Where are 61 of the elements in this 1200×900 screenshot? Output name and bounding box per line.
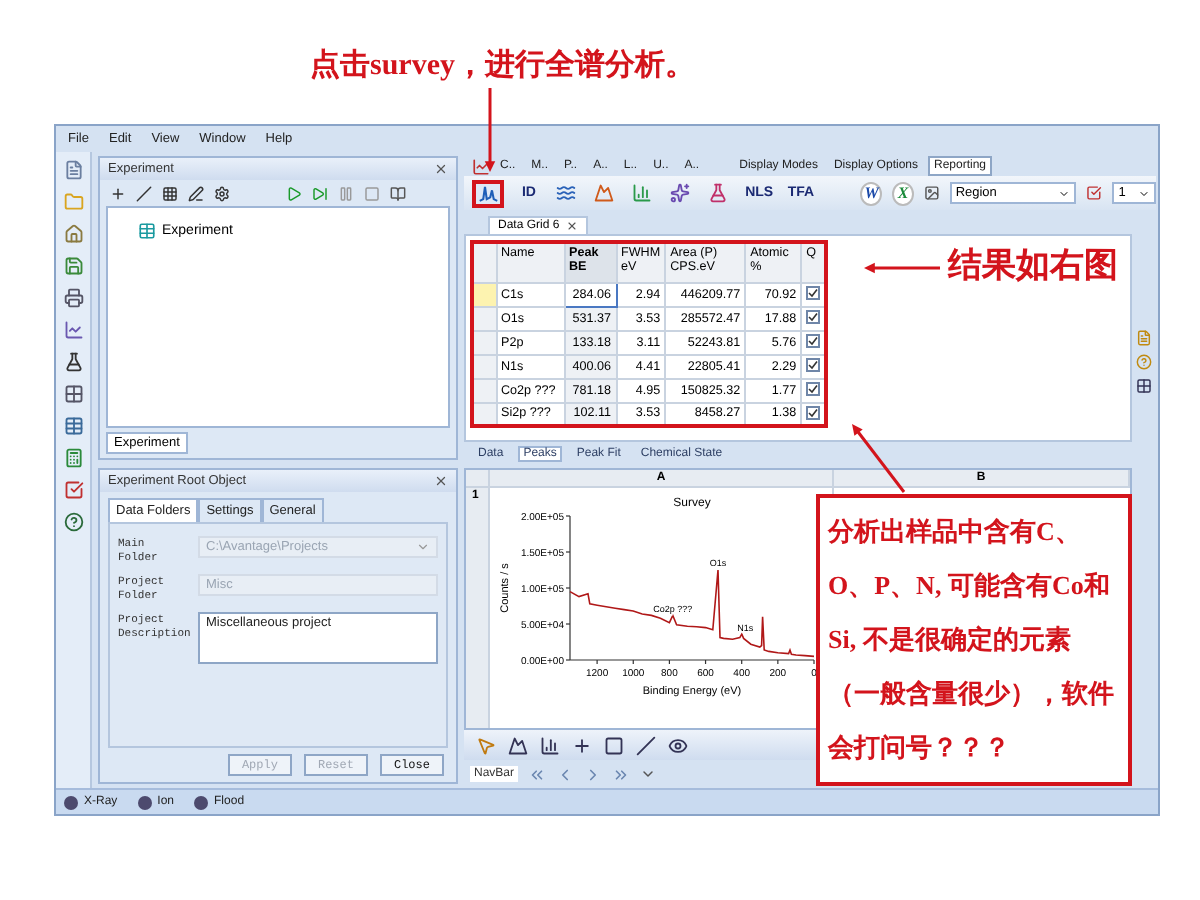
annotation-text: 分析出样品中含有C、O、P、N, 可能含有Co和Si, 不是很确定的元素（一般含量很少），软件会打问号？？？	[828, 516, 1114, 762]
line-icon[interactable]	[636, 735, 656, 755]
row-header[interactable]	[472, 282, 496, 306]
table-icon[interactable]	[63, 416, 83, 436]
row-header[interactable]	[472, 330, 496, 354]
help-icon[interactable]	[63, 512, 83, 532]
add-icon[interactable]	[110, 185, 126, 201]
annotation-note: 点击survey，进行全谱分析。	[310, 50, 695, 82]
checklist-icon[interactable]	[63, 480, 83, 500]
spectrum-icon[interactable]	[478, 182, 499, 204]
close-icon[interactable]	[434, 162, 448, 176]
document-icon[interactable]	[63, 160, 83, 180]
checkbox[interactable]	[806, 406, 821, 421]
grid-corner	[466, 470, 490, 488]
dropdown-icon[interactable]	[640, 766, 657, 782]
settings-icon[interactable]	[214, 185, 230, 201]
chart-icon[interactable]	[472, 158, 490, 176]
last-icon[interactable]	[612, 765, 631, 783]
peak-icon[interactable]	[508, 735, 528, 755]
close-icon[interactable]	[434, 474, 448, 488]
annotation-arrow	[484, 88, 496, 172]
printer-icon[interactable]	[63, 288, 83, 308]
annotation-note: 结果如右图	[948, 246, 1118, 284]
pen-icon[interactable]	[188, 185, 204, 201]
row-header[interactable]	[472, 378, 496, 402]
step-icon[interactable]	[312, 185, 328, 201]
first-icon[interactable]	[528, 765, 547, 783]
image-icon[interactable]	[923, 184, 940, 202]
status-icon	[194, 795, 209, 809]
pointer-icon[interactable]	[476, 735, 496, 755]
eye-icon[interactable]	[668, 735, 688, 755]
grid-icon[interactable]	[63, 384, 83, 404]
checkbox[interactable]	[806, 334, 821, 349]
crosshair-icon[interactable]	[572, 735, 592, 755]
bars-icon[interactable]	[540, 735, 560, 755]
row-header[interactable]	[472, 306, 496, 330]
book-icon[interactable]	[390, 185, 406, 201]
grid-icon[interactable]	[162, 185, 178, 201]
play-icon[interactable]	[286, 185, 302, 201]
checkbox-icon[interactable]	[1086, 184, 1103, 202]
selection-icon[interactable]	[604, 735, 624, 755]
checkbox[interactable]	[806, 310, 821, 325]
close-icon[interactable]	[565, 220, 578, 232]
status-icon	[137, 795, 152, 809]
line-icon[interactable]	[136, 185, 152, 201]
row-header[interactable]	[472, 354, 496, 378]
checkbox[interactable]	[806, 286, 821, 301]
row-header[interactable]	[472, 402, 496, 426]
word-button[interactable]: W	[860, 181, 883, 205]
tool-button[interactable]	[472, 179, 505, 207]
checkbox[interactable]	[806, 358, 821, 373]
calculator-icon[interactable]	[63, 448, 83, 468]
grid-icon[interactable]	[1136, 378, 1152, 394]
status-icon	[64, 795, 78, 809]
line-chart-icon[interactable]	[63, 320, 83, 340]
flask-icon[interactable]	[63, 352, 83, 372]
excel-button[interactable]: X	[892, 181, 914, 205]
house-icon[interactable]	[63, 224, 83, 244]
checkbox[interactable]	[806, 382, 821, 397]
save-icon[interactable]	[63, 256, 83, 276]
annotation-arrow	[864, 262, 940, 274]
